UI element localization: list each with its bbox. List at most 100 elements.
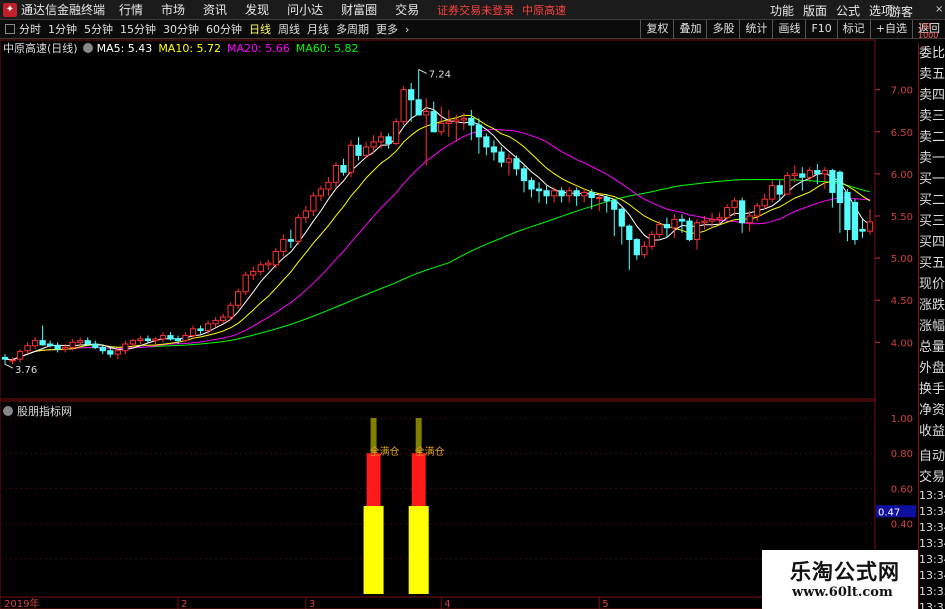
- candle: [618, 207, 625, 245]
- quote-row-label: 买五: [919, 256, 945, 271]
- candle-body: [340, 164, 347, 173]
- auto-trade-label[interactable]: 交易: [919, 467, 945, 488]
- candle-body: [776, 185, 783, 195]
- low-price-label: 3.76: [15, 365, 37, 376]
- candle-body: [799, 173, 806, 178]
- candle: [648, 231, 656, 250]
- candle: [16, 349, 24, 363]
- candle-body: [54, 345, 61, 350]
- candle-body: [159, 335, 167, 340]
- candle: [287, 229, 294, 248]
- indicator-settings-icon[interactable]: [3, 406, 13, 416]
- candle: [24, 342, 31, 355]
- kline-chart[interactable]: 7.00 6.50 6.00 5.50 5.00 4.50 4.00 1.00 0.80 0.60…: [0, 0, 918, 609]
- candle-body: [611, 200, 618, 210]
- candle-body: [618, 208, 625, 227]
- signal-bar: [408, 418, 429, 594]
- candle: [250, 266, 257, 280]
- candle-body: [851, 202, 859, 241]
- candle-body: [250, 271, 257, 276]
- quote-row-label: 卖四: [919, 88, 945, 103]
- y-tick-label-main: 5.00: [891, 254, 913, 265]
- candle: [498, 146, 505, 168]
- candle-body: [325, 181, 332, 190]
- candle-body: [866, 221, 874, 232]
- y-tick-label-main: 6.00: [891, 170, 913, 181]
- candle: [137, 335, 144, 344]
- candle-body: [708, 218, 716, 222]
- candle: [573, 187, 580, 206]
- candle-body: [430, 111, 437, 133]
- candle: [235, 288, 242, 309]
- quote-row-label: 现价: [919, 277, 945, 292]
- watermark-title: 乐淘公式网: [790, 560, 900, 584]
- candle: [317, 185, 325, 201]
- zoom-indicator: 1/9 1000: [918, 22, 939, 40]
- candle: [377, 131, 385, 149]
- candle-body: [686, 220, 693, 241]
- candle-body: [212, 319, 219, 325]
- candle-body: [490, 146, 498, 153]
- candle-body: [114, 350, 121, 355]
- candle-body: [310, 195, 317, 212]
- ma10-label: MA10: 5.72: [158, 41, 222, 55]
- candle-body: [392, 121, 400, 145]
- candle: [611, 199, 618, 237]
- candle: [347, 140, 355, 178]
- y-tick-label-sub: 0.80: [891, 449, 913, 460]
- settings-dot-icon[interactable]: [82, 43, 93, 53]
- candle: [596, 194, 603, 211]
- x-tick-label: 2: [181, 599, 187, 609]
- candle-body: [453, 119, 460, 123]
- quote-row-label: 收益: [919, 424, 945, 439]
- candle: [663, 217, 671, 238]
- trade-time: 13:34: [919, 521, 945, 534]
- candle-body: [701, 220, 708, 224]
- trade-time: 13:35: [919, 601, 945, 609]
- candle-body: [62, 346, 69, 350]
- candle-body: [46, 343, 54, 347]
- candle: [761, 194, 768, 210]
- auto-trade-label[interactable]: 自动: [919, 446, 945, 467]
- candle-body: [122, 343, 129, 352]
- candle-body: [746, 215, 753, 224]
- candle-body: [280, 239, 287, 252]
- candle: [693, 219, 701, 250]
- close-icon[interactable]: ×: [935, 0, 945, 20]
- candle: [445, 109, 452, 137]
- quote-row-label: 换手: [919, 382, 945, 397]
- trade-time: 13:35: [919, 585, 945, 598]
- candle: [520, 165, 528, 193]
- candle: [340, 158, 347, 176]
- candle: [92, 340, 99, 350]
- trade-time: 13:34: [919, 537, 945, 550]
- candle-body: [761, 198, 768, 207]
- candle: [806, 167, 813, 183]
- candle-body: [9, 359, 16, 362]
- value-tag: 0.47: [878, 507, 900, 518]
- sub-chart-header: 股朋指标网: [0, 403, 72, 419]
- candle: [219, 313, 227, 324]
- candle: [355, 136, 362, 161]
- candle: [1, 354, 9, 365]
- signal-bar-yellow: [363, 506, 384, 594]
- candle: [603, 194, 610, 213]
- candle-body: [468, 117, 475, 126]
- candle: [197, 325, 204, 334]
- candle: [866, 209, 874, 235]
- quote-row-label: 卖三: [919, 109, 945, 124]
- candle-body: [505, 158, 513, 163]
- candle: [302, 205, 310, 223]
- candle-body: [731, 200, 738, 209]
- candle: [505, 153, 513, 176]
- candle: [242, 271, 249, 296]
- candle-body: [656, 223, 663, 236]
- candle-body: [565, 190, 573, 197]
- candle-body: [189, 328, 197, 337]
- candle-body: [806, 170, 813, 178]
- candle-body: [16, 351, 24, 360]
- candle: [859, 219, 866, 238]
- candle-body: [596, 196, 603, 199]
- candle-body: [836, 171, 844, 204]
- candle-body: [182, 335, 189, 342]
